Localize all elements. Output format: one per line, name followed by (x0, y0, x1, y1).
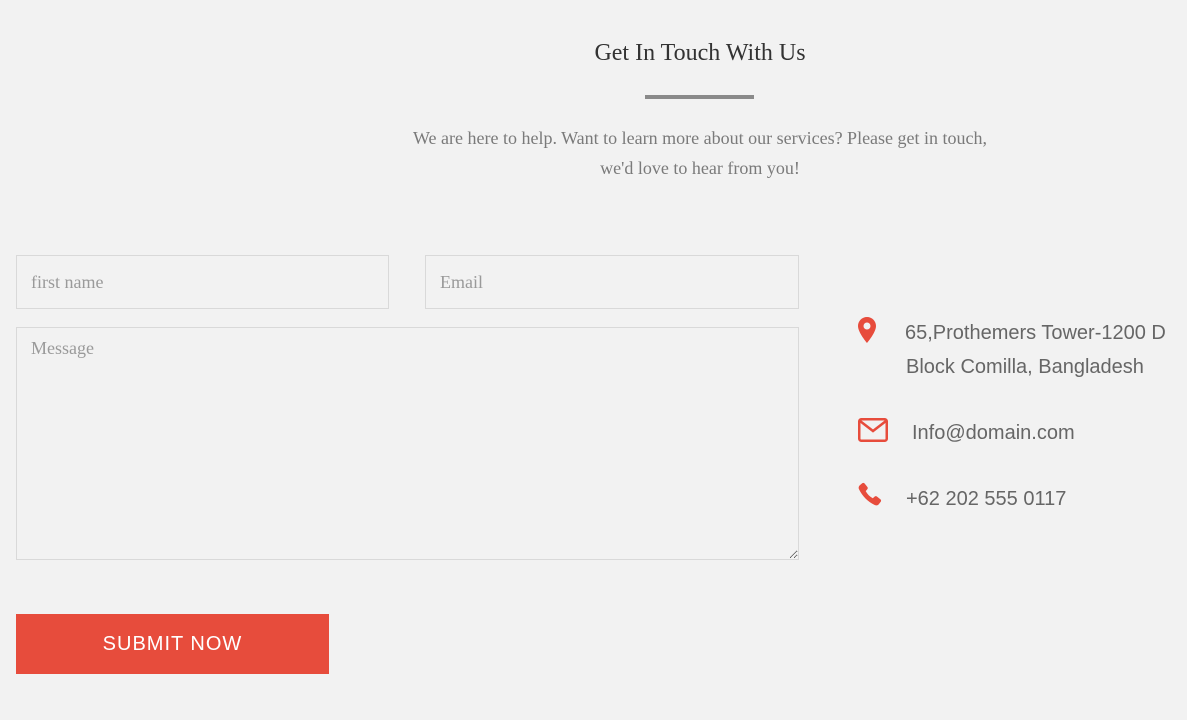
map-marker-icon (858, 317, 876, 348)
envelope-icon (858, 418, 888, 447)
first-name-input[interactable] (16, 255, 389, 309)
phone-icon (858, 482, 882, 511)
title-divider (645, 95, 754, 99)
contact-email[interactable]: Info@domain.com (912, 416, 1075, 450)
contact-phone[interactable]: +62 202 555 0117 (906, 482, 1066, 516)
address-line-2: Block Comilla, Bangladesh (906, 356, 1144, 378)
section-title: Get In Touch With Us (594, 40, 806, 66)
address-line-1: 65,Prothemers Tower-1200 D (905, 322, 1166, 344)
contact-address: 65,Prothemers Tower-1200 D Block Comilla… (905, 316, 1180, 384)
submit-button[interactable]: SUBMIT NOW (16, 614, 329, 674)
section-intro: We are here to help. Want to learn more … (412, 128, 988, 178)
email-input[interactable] (425, 255, 799, 309)
message-textarea[interactable] (16, 327, 799, 560)
